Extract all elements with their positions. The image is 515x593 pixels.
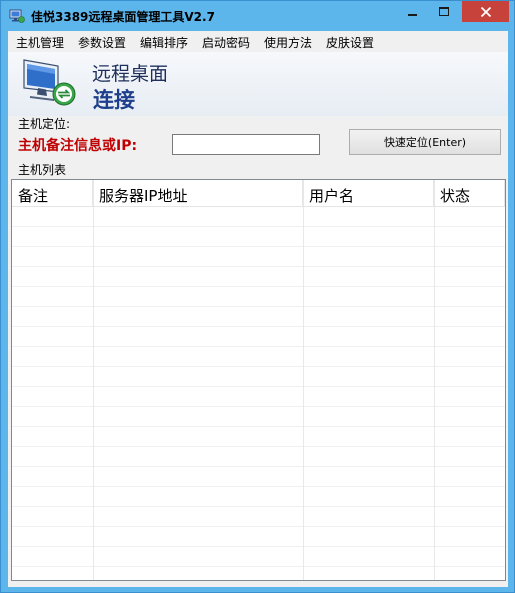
remark-or-ip-input[interactable] — [172, 134, 320, 155]
column-status[interactable]: 状态 — [434, 180, 505, 207]
column-remark[interactable]: 备注 — [12, 180, 93, 207]
menu-parameter-settings[interactable]: 参数设置 — [78, 34, 126, 51]
column-server-ip[interactable]: 服务器IP地址 — [93, 180, 303, 207]
host-list-header: 备注 服务器IP地址 用户名 状态 — [12, 180, 505, 207]
minimize-icon — [407, 13, 417, 16]
app-monitor-icon — [9, 9, 25, 23]
close-button[interactable] — [462, 1, 509, 22]
host-list-view[interactable]: 备注 服务器IP地址 用户名 状态 — [11, 179, 506, 581]
column-divider — [93, 180, 94, 580]
maximize-icon — [439, 7, 449, 16]
remark-or-ip-label: 主机备注信息或IP: — [18, 138, 138, 154]
minimize-button[interactable] — [398, 1, 426, 22]
client-area: 主机管理 参数设置 编辑排序 启动密码 使用方法 皮肤设置 远程桌面 连接 主机… — [8, 31, 508, 587]
column-divider — [303, 180, 304, 580]
menu-edit-sort[interactable]: 编辑排序 — [140, 34, 188, 51]
close-icon — [480, 6, 491, 17]
app-window: 佳悦3389远程桌面管理工具V2.7 主机管理 参数设置 编辑排序 启动密码 使… — [0, 0, 515, 593]
remote-desktop-icon — [23, 59, 76, 106]
menu-usage-help[interactable]: 使用方法 — [264, 34, 312, 51]
menu-startup-password[interactable]: 启动密码 — [202, 34, 250, 51]
menu-skin-settings[interactable]: 皮肤设置 — [326, 34, 374, 51]
banner-title-line2: 连接 — [93, 88, 135, 112]
menu-bar: 主机管理 参数设置 编辑排序 启动密码 使用方法 皮肤设置 — [8, 31, 508, 51]
column-divider — [434, 180, 435, 580]
menu-host-management[interactable]: 主机管理 — [16, 34, 64, 51]
window-title: 佳悦3389远程桌面管理工具V2.7 — [31, 10, 215, 24]
title-bar[interactable]: 佳悦3389远程桌面管理工具V2.7 — [1, 1, 514, 31]
column-username[interactable]: 用户名 — [303, 180, 434, 207]
banner: 远程桌面 连接 — [8, 52, 508, 116]
host-locate-label: 主机定位: — [18, 117, 71, 131]
quick-locate-button[interactable]: 快速定位(Enter) — [349, 129, 501, 155]
host-list-label: 主机列表 — [18, 163, 67, 177]
banner-title-line1: 远程桌面 — [92, 63, 169, 85]
maximize-button[interactable] — [430, 1, 458, 22]
host-list-rows[interactable] — [12, 207, 505, 580]
